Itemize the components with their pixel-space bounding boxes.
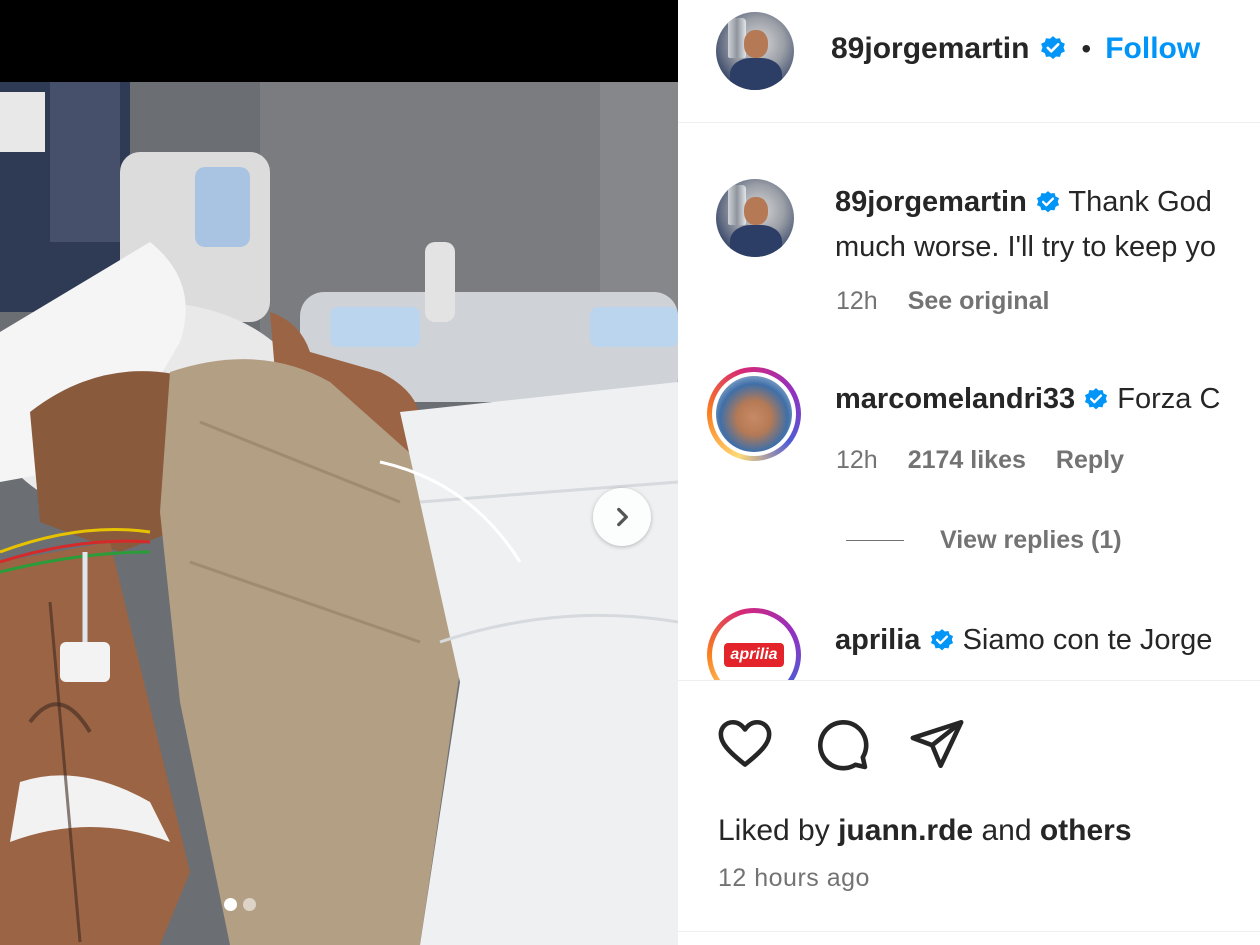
caption-text: Thank God — [1068, 186, 1212, 218]
chevron-right-icon — [617, 507, 628, 527]
author-line: 89jorgemartin • Follow — [831, 32, 1200, 66]
aprilia-logo: aprilia — [724, 643, 784, 667]
liked-by-user[interactable]: juann.rde — [838, 814, 973, 847]
caption-text-line2: much worse. I'll try to keep yo — [835, 231, 1217, 263]
comments-list[interactable]: 89jorgemartin Thank God much worse. I'll… — [678, 124, 1260, 680]
author-username[interactable]: 89jorgemartin — [831, 32, 1029, 66]
liked-by-others[interactable]: others — [1040, 814, 1132, 847]
see-original-button[interactable]: See original — [908, 287, 1050, 316]
next-media-button[interactable] — [593, 488, 651, 546]
heart-icon[interactable] — [716, 715, 774, 773]
verified-badge-icon — [1085, 388, 1108, 410]
story-ring-avatar[interactable] — [707, 367, 801, 461]
comment-text: Forza C — [1117, 383, 1221, 415]
caption-meta: 12h See original — [836, 287, 1049, 316]
comment-username[interactable]: marcomelandri33 — [835, 383, 1075, 415]
verified-badge-icon — [930, 629, 953, 651]
post-header: 89jorgemartin • Follow — [678, 0, 1260, 123]
share-icon[interactable] — [908, 715, 966, 773]
media-dot-1 — [224, 898, 237, 911]
media-pagination — [224, 898, 256, 911]
post-timestamp[interactable]: 12 hours ago — [718, 864, 870, 893]
post-details: 89jorgemartin • Follow 89jorgemartin Tha… — [678, 0, 1260, 945]
comment-text: Siamo con te Jorge — [962, 624, 1213, 656]
caption-avatar[interactable] — [716, 179, 794, 257]
view-replies-button[interactable]: View replies (1) — [846, 526, 1122, 555]
comment-text-line: aprilia Siamo con te Jorge — [835, 618, 1212, 662]
liked-by-prefix: Liked by — [718, 814, 830, 847]
caption-time: 12h — [836, 287, 878, 315]
comment-username[interactable]: aprilia — [835, 624, 920, 656]
hospital-photo-illustration — [0, 82, 678, 945]
comment-icon[interactable] — [813, 715, 871, 773]
post-media — [0, 0, 678, 945]
verified-badge-icon — [1041, 36, 1066, 60]
view-replies-label: View replies (1) — [940, 526, 1122, 554]
liked-by-and: and — [981, 814, 1032, 847]
media-dot-2 — [243, 898, 256, 911]
author-avatar[interactable] — [716, 12, 794, 90]
reply-button[interactable]: Reply — [1056, 446, 1124, 475]
replies-divider-line — [846, 540, 904, 541]
verified-badge-icon — [1036, 191, 1059, 213]
comment-meta: 12h 2174 likes Reply — [836, 446, 1124, 475]
comment-likes[interactable]: 2174 likes — [908, 446, 1026, 475]
caption-text-line1: 89jorgemartin Thank God — [835, 180, 1212, 224]
section-divider — [678, 931, 1260, 932]
story-ring-avatar[interactable]: aprilia — [707, 608, 801, 680]
follow-button[interactable]: Follow — [1105, 32, 1200, 66]
liked-by-line: Liked by juann.rde and others — [718, 814, 1132, 848]
post-photo — [0, 82, 678, 945]
separator-dot: • — [1081, 33, 1092, 64]
caption-username[interactable]: 89jorgemartin — [835, 186, 1027, 218]
post-actions-section: Liked by juann.rde and others 12 hours a… — [678, 680, 1260, 945]
comment-time: 12h — [836, 446, 878, 474]
comment-text-line: marcomelandri33 Forza C — [835, 377, 1220, 421]
